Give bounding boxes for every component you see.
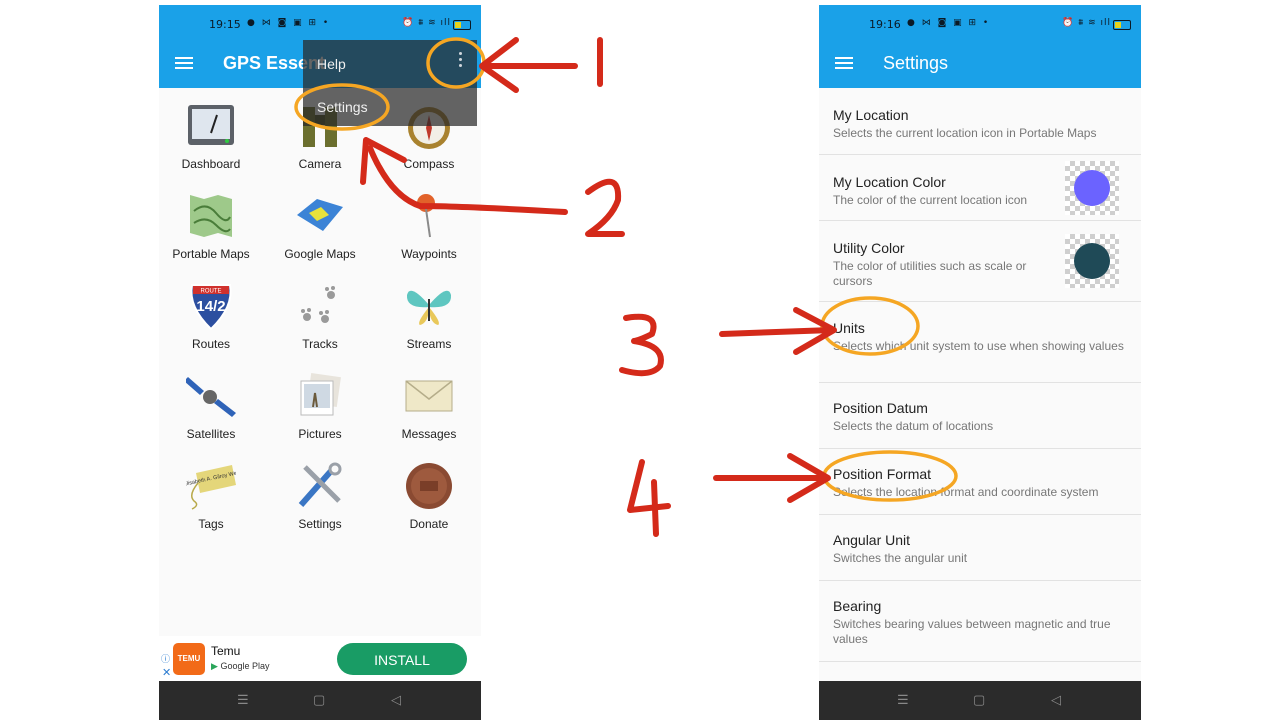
highlight-units xyxy=(820,296,920,356)
tutorial-annotations xyxy=(294,37,958,537)
highlight-position-format xyxy=(822,450,958,502)
highlight-overflow-icon xyxy=(426,37,486,89)
arrow-3 xyxy=(719,327,835,337)
numeral-4 xyxy=(627,459,671,537)
numeral-2 xyxy=(585,178,625,237)
numeral-3 xyxy=(619,313,664,377)
highlight-settings-item xyxy=(294,83,390,131)
